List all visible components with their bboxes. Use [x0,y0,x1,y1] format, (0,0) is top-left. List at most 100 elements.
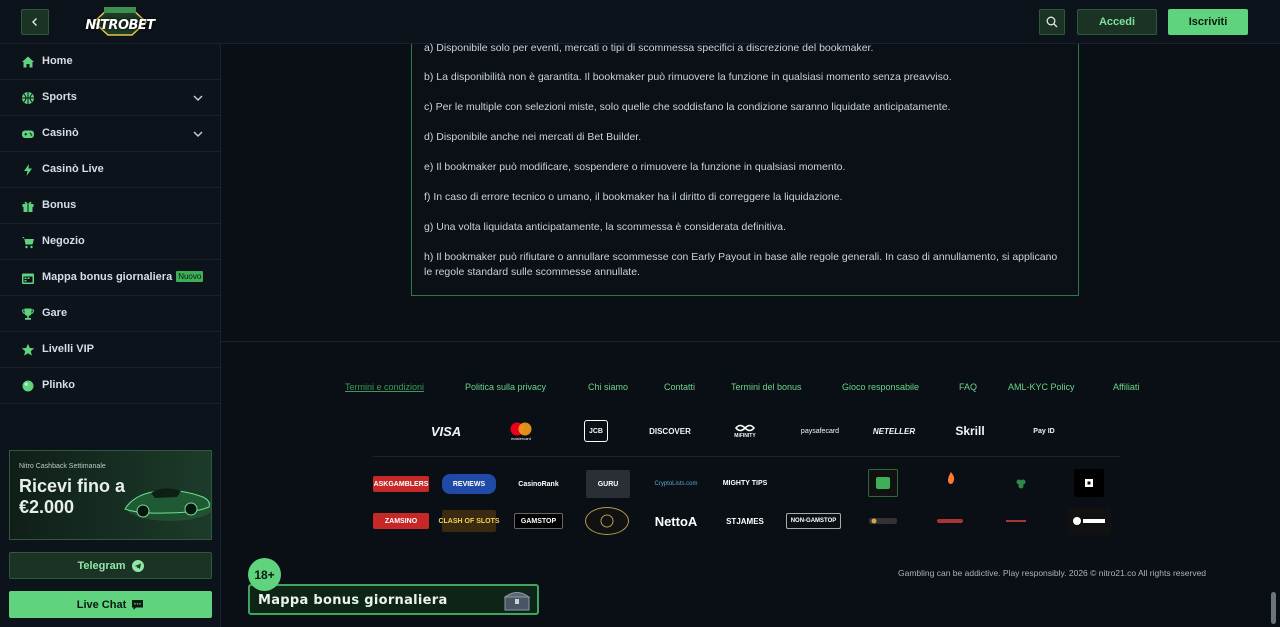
sidebar-item-label: Sports [42,91,77,103]
terms-line: c) Per le multiple con selezioni miste, … [424,101,951,113]
bonus-map-floating-button[interactable]: Mappa bonus giornaliera [248,584,539,615]
partner-logo [868,513,898,529]
sidebar-item-sports[interactable]: Sports [0,80,221,116]
neteller-logo: NETELLER [872,426,916,436]
sidebar-item-bonus-map[interactable]: Mappa bonus giornaliera Nuovo [0,260,221,296]
telegram-button[interactable]: Telegram [9,552,212,579]
sidebar-item-label: Livelli VIP [42,343,94,355]
askgamblers-logo: ASKGAMBLERS [373,476,429,492]
telegram-icon [131,559,144,572]
stjames-logo: STJAMES [726,516,764,526]
promo-title: Ricevi fino a €2.000 [19,476,126,517]
footer-link-aml-kyc[interactable]: AML-KYC Policy [1008,382,1075,392]
footer-link-privacy[interactable]: Politica sulla privacy [465,382,546,392]
partner-shield-icon [869,518,897,524]
casino-guru-logo: GURU [586,470,630,498]
login-button[interactable]: Accedi [1077,9,1157,35]
sidebar-item-vip[interactable]: Livelli VIP [0,332,221,368]
mifinity-logo: MiFINITY [729,420,761,442]
footer-link-faq[interactable]: FAQ [959,382,977,392]
terms-line: a) Disponibile solo per eventi, mercati … [424,42,874,54]
footer-divider [221,341,1280,342]
partner-mark-icon [1006,520,1026,522]
terms-line: g) Una volta liquidata anticipatamente, … [424,221,786,233]
footer-links: Termini e condizioni Politica sulla priv… [0,382,1280,396]
visa-logo: VISA [430,423,462,439]
flame-logo [944,470,958,486]
footer-link-bonus-terms[interactable]: Termini del bonus [731,382,802,392]
home-icon [22,56,34,68]
sidebar-item-label-text: Mappa bonus giornaliera [42,271,173,283]
sidebar-item-label: Home [42,55,73,67]
flame-icon [948,472,955,484]
infinity-icon [734,424,756,432]
footer-link-terms[interactable]: Termini e condizioni [345,382,424,392]
bonus-casino-icon [876,477,890,489]
cryptolists-logo: CryptoLists.com [654,481,698,487]
bonus-map-label: Mappa bonus giornaliera [258,593,448,608]
jcb-logo: JCB [584,420,608,442]
sidebar-item-casino[interactable]: Casinò [0,116,221,152]
payid-logo: Pay ID [1033,427,1055,435]
slotcatalog-icon [1073,517,1105,525]
cashback-promo-banner[interactable]: Nitro Cashback Settimanale Ricevi fino a… [9,450,212,540]
sports-ball-icon [22,92,34,104]
star-icon [21,343,35,356]
footer-link-contacts[interactable]: Contatti [664,382,695,392]
live-chat-button[interactable]: Live Chat [9,591,212,618]
trophy-icon [21,308,35,320]
mastercard-logo: mastercard [506,420,536,442]
footer-link-about[interactable]: Chi siamo [588,382,628,392]
sidebar-item-casino-live[interactable]: Casinò Live [0,152,221,188]
skrill-logo: Skrill [955,424,985,438]
sidebar-item-label: Bonus [42,199,77,211]
terms-line: f) In caso di errore tecnico o umano, il… [424,191,843,203]
early-payout-terms-box: a) Disponibile solo per eventi, mercati … [411,42,1079,296]
chevron-down-icon[interactable] [193,93,203,103]
terms-line: e) Il bookmaker può modificare, sospende… [424,161,846,173]
mastercard-text: mastercard [510,435,531,441]
casino-seal-logo [585,507,629,535]
page-scrollbar[interactable] [1271,592,1276,624]
copyright-text: Gambling can be addictive. Play responsi… [898,568,1207,578]
footer-link-affiliates[interactable]: Affiliati [1113,382,1139,392]
signup-button[interactable]: Iscriviti [1168,9,1248,35]
logo-text: NITROBET [85,18,155,33]
chevron-left-icon [32,18,37,26]
sidebar-item-label: Negozio [42,235,85,247]
sidebar-item-home[interactable]: Home [0,44,221,80]
age-18-badge: 18+ [248,558,281,591]
footer-divider [373,456,1120,457]
mastercard-icon [510,422,532,435]
sidebar-item-gare[interactable]: Gare [0,296,221,332]
sidebar: Home Sports Casinò Casinò Live Bonus Neg… [0,44,221,627]
terms-line: d) Disponibile anche nei mercati di Bet … [424,131,642,143]
casinorank-logo: CasinoRank [518,480,559,488]
sidebar-item-bonus[interactable]: Bonus [0,188,221,224]
partner-mark-icon [937,519,963,523]
non-gamstop-logo: NON-GAMSTOP [786,513,841,529]
sidebar-item-negozio[interactable]: Negozio [0,224,221,260]
search-button[interactable] [1039,9,1065,35]
sidebar-item-label: Casinò Live [42,163,104,175]
cart-icon [22,237,34,249]
zamsino-logo: ZAMSINO [373,513,429,529]
live-chat-label: Live Chat [76,598,127,611]
search-icon [1046,16,1058,28]
gamstop-logo: GAMSTOP [514,513,563,529]
terms-line: h) Il bookmaker può rifiutare o annullar… [424,251,1058,278]
calendar-icon [22,273,34,284]
footer-link-responsible-gaming[interactable]: Gioco responsabile [842,382,919,392]
gift-icon [22,201,34,212]
paysafecard-logo: paysafecard [800,427,840,435]
reviews-logo: REVIEWS [442,474,496,494]
sidebar-item-label: Casinò [42,127,79,139]
seal-icon [600,514,614,528]
sidebar-toggle-button[interactable] [21,9,49,35]
top-bar: NITROBET Accedi Iscriviti [0,0,1280,44]
telegram-label: Telegram [77,559,126,572]
chevron-down-icon[interactable] [193,129,203,139]
nitrobet-logo[interactable]: NITROBET [84,4,156,40]
promo-subtitle: Nitro Cashback Settimanale [19,463,106,470]
mifinity-text: MiFINITY [734,433,756,439]
